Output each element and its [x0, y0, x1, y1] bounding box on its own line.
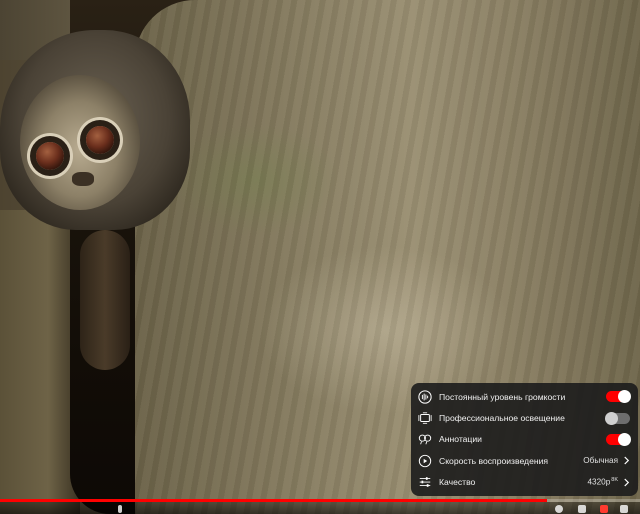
- playback-speed-icon: [417, 453, 433, 469]
- menu-item-ambient-mode[interactable]: Профессиональное освещение: [411, 407, 638, 428]
- chevron-right-icon: [622, 477, 630, 487]
- fullscreen-icon[interactable]: [620, 505, 628, 513]
- quality-resolution: 4320p: [587, 478, 611, 488]
- video-content: [0, 210, 80, 514]
- stable-volume-icon: [417, 389, 433, 405]
- menu-item-label: Качество: [439, 477, 476, 488]
- video-content: [86, 126, 114, 154]
- menu-item-label: Постоянный уровень громкости: [439, 391, 566, 402]
- annotations-icon: [417, 431, 433, 447]
- video-content: [80, 230, 130, 370]
- menu-item-stable-volume[interactable]: Постоянный уровень громкости: [411, 386, 638, 407]
- settings-gear-icon[interactable]: [600, 505, 608, 513]
- subtitles-icon[interactable]: [555, 505, 563, 513]
- menu-item-label: Профессиональное освещение: [439, 413, 565, 424]
- chevron-right-icon: [622, 456, 630, 466]
- ambient-mode-toggle[interactable]: [605, 411, 630, 425]
- stable-volume-toggle[interactable]: [606, 390, 631, 404]
- quality-icon: [417, 474, 433, 490]
- video-content: [72, 172, 94, 186]
- quality-value: 4320p8K: [587, 477, 618, 487]
- menu-item-playback-speed[interactable]: Скорость воспроизведения Обычная: [411, 450, 638, 471]
- video-content: [20, 75, 140, 210]
- settings-menu: Постоянный уровень громкости Профессиона…: [411, 383, 638, 496]
- video-content: [36, 142, 64, 170]
- annotations-toggle[interactable]: [606, 432, 631, 446]
- menu-item-annotations[interactable]: Аннотации: [411, 429, 638, 450]
- miniplayer-icon[interactable]: [578, 505, 586, 513]
- menu-item-label: Скорость воспроизведения: [439, 455, 549, 466]
- playback-speed-value: Обычная: [583, 456, 618, 466]
- menu-item-quality[interactable]: Качество 4320p8K: [411, 472, 638, 493]
- menu-item-label: Аннотации: [439, 434, 482, 445]
- play-control-icon[interactable]: [118, 505, 122, 513]
- quality-badge: 8K: [611, 477, 618, 484]
- player-controls: [0, 502, 640, 514]
- ambient-mode-icon: [417, 410, 433, 426]
